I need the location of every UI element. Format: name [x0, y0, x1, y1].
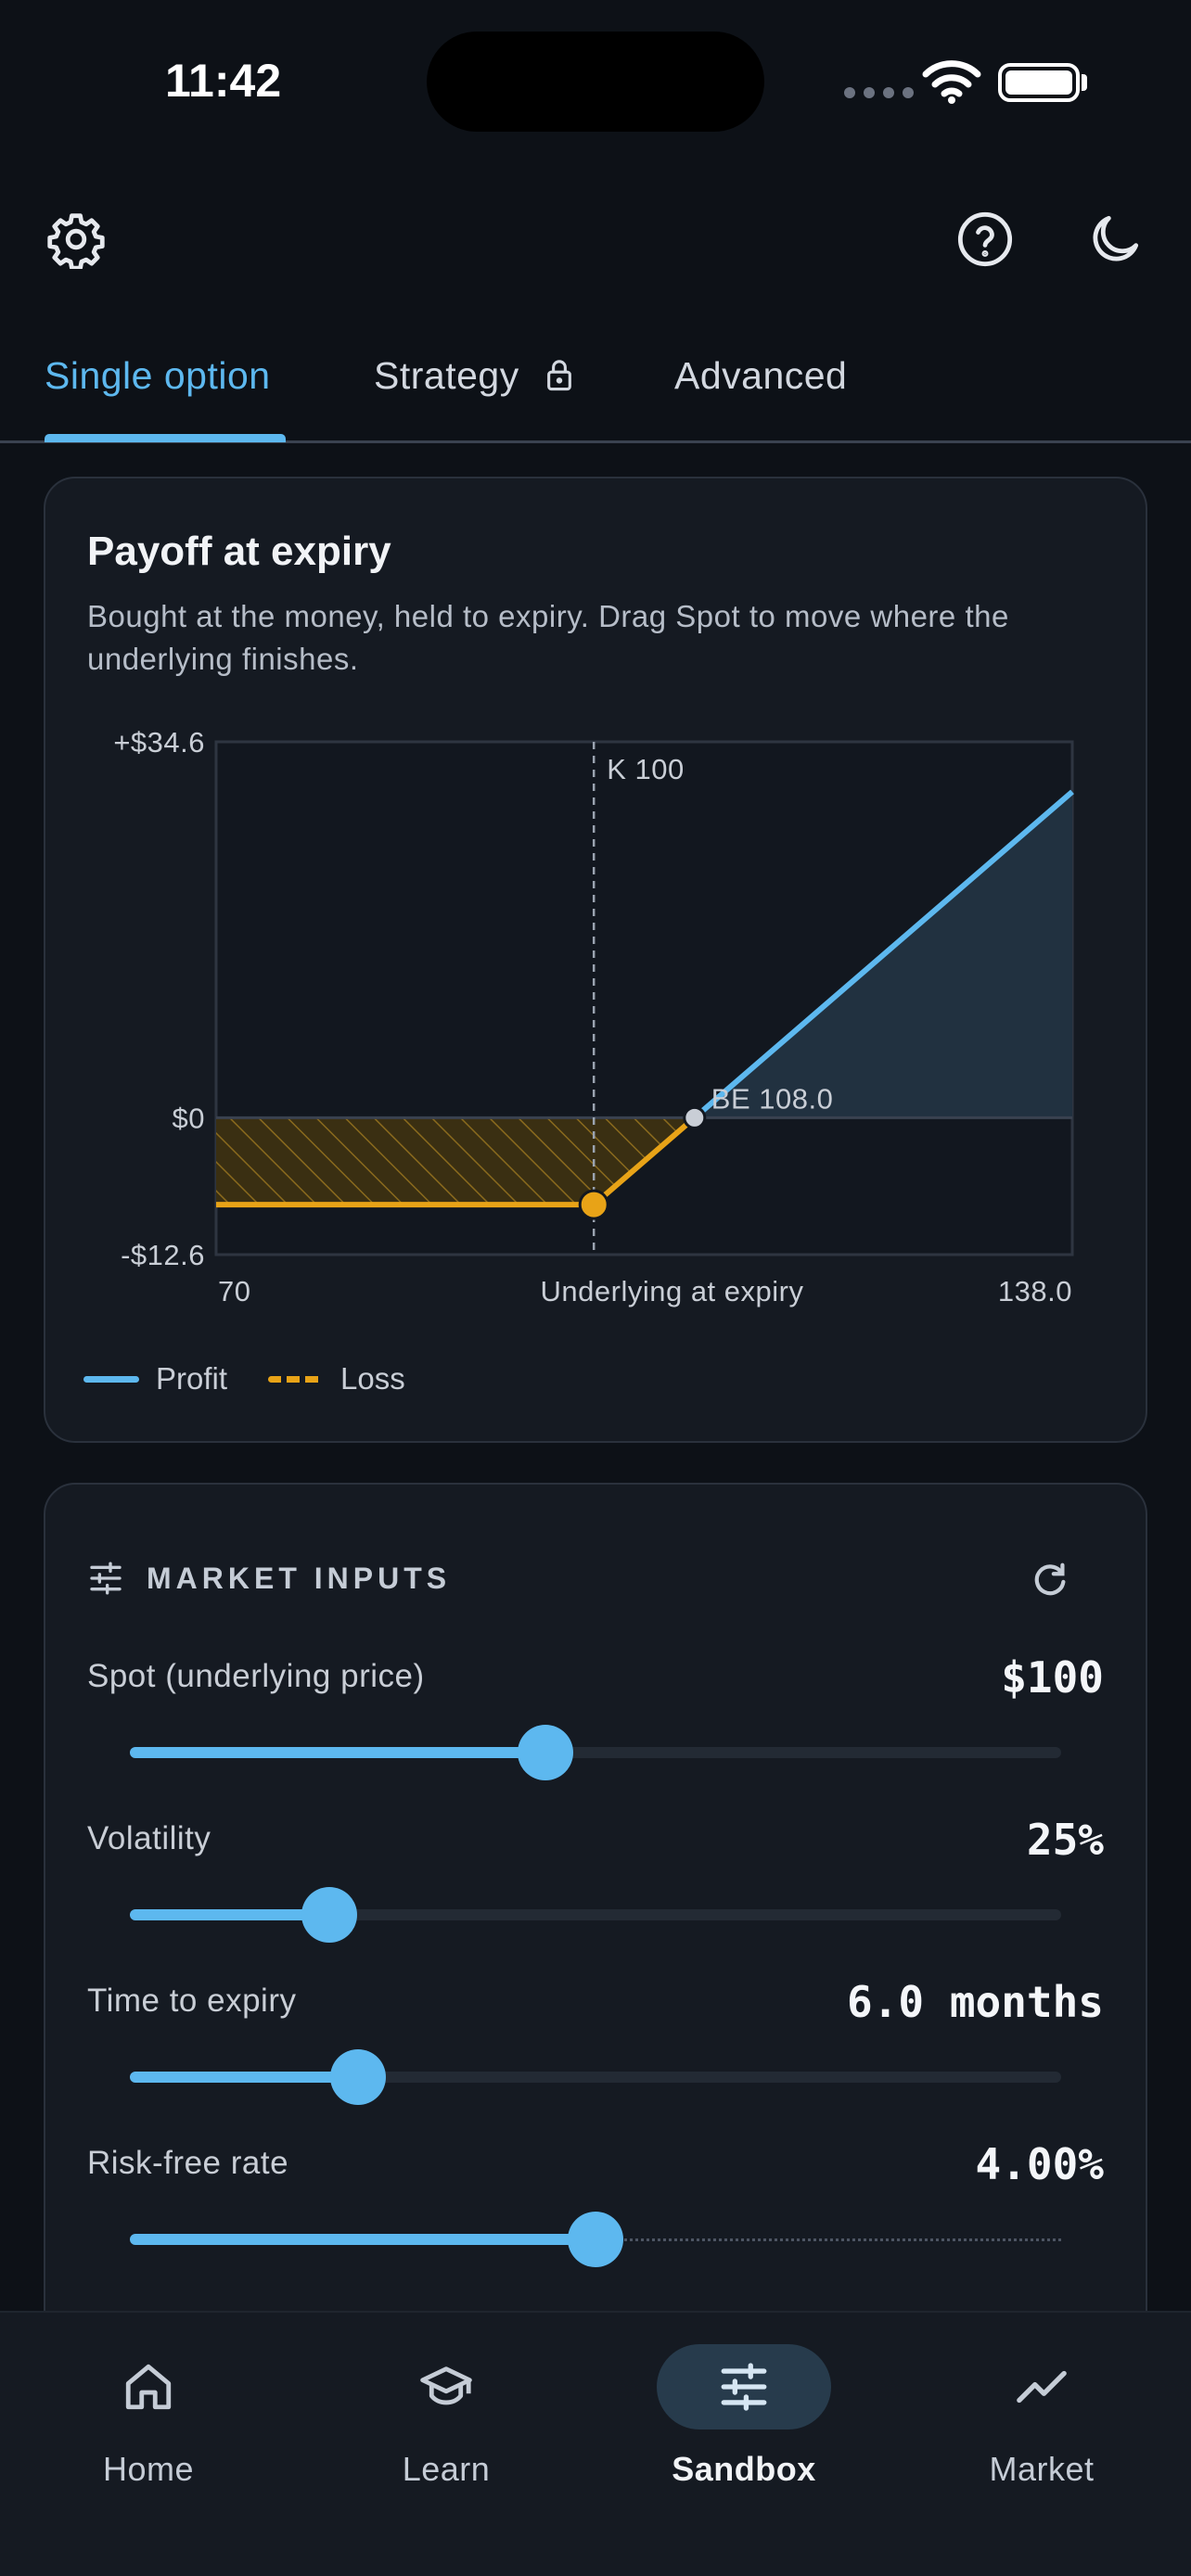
graduation-cap-icon [420, 2366, 472, 2405]
tab-strategy-label: Strategy [374, 354, 519, 397]
spot-marker [578, 1189, 609, 1220]
risk-free-rate-slider-fill [130, 2234, 596, 2245]
nav-home[interactable]: Home [46, 2344, 250, 2489]
y-tick-label: +$34.6 [113, 726, 205, 759]
market-inputs-header: MARKET INPUTS [87, 1560, 451, 1597]
nav-home-pill [61, 2344, 236, 2429]
x-tick-label: 138.0 [998, 1275, 1072, 1307]
wifi-icon [922, 59, 981, 108]
nav-sandbox-pill [657, 2344, 831, 2429]
market-inputs-title: MARKET INPUTS [147, 1561, 452, 1595]
time-to-expiry-label: Time to expiry [87, 1983, 297, 2019]
x-axis-label: Underlying at expiry [541, 1275, 804, 1307]
time-to-expiry-slider[interactable] [130, 2049, 1061, 2105]
volatility-label: Volatility [87, 1820, 211, 1856]
volatility-slider[interactable] [130, 1887, 1061, 1943]
legend-loss-label: Loss [340, 1361, 405, 1396]
status-time: 11:42 [165, 55, 282, 107]
trend-line-icon [1017, 2370, 1067, 2404]
nav-learn-pill [359, 2344, 533, 2429]
risk-free-rate-value: 4.00% [975, 2139, 1104, 2189]
time-to-expiry-value: 6.0 months [847, 1977, 1104, 2027]
help-icon[interactable] [952, 206, 1018, 273]
spot-slider-thumb[interactable] [517, 1725, 573, 1780]
legend-profit-label: Profit [156, 1361, 228, 1396]
nav-sandbox[interactable]: Sandbox [642, 2344, 846, 2489]
y-tick-label: -$12.6 [121, 1239, 205, 1271]
tab-bar: Single option Strategy Advanced [0, 343, 1191, 443]
chart-legend: Profit Loss [83, 1361, 405, 1396]
sliders-icon [721, 2363, 767, 2411]
dynamic-island [427, 32, 764, 132]
time-to-expiry-slider-fill [130, 2072, 358, 2083]
nav-market-label: Market [989, 2450, 1095, 2488]
loss-legend-swatch [268, 1375, 325, 1383]
payoff-chart[interactable]: K 100 BE 108.0 +$34.6 $0 -$12.6 70 138.0 Underl… [56, 714, 1113, 1326]
dark-mode-moon-icon[interactable] [1082, 206, 1148, 273]
nav-sandbox-label: Sandbox [672, 2450, 816, 2488]
battery-icon [998, 63, 1080, 102]
tab-strategy[interactable]: Strategy [374, 354, 575, 398]
y-tick-label: $0 [173, 1102, 205, 1134]
active-tab-indicator [45, 434, 286, 442]
home-icon [125, 2364, 172, 2410]
tab-single-option[interactable]: Single option [45, 354, 271, 398]
risk-free-rate-slider-thumb[interactable] [568, 2212, 623, 2267]
breakeven-marker [683, 1105, 707, 1129]
payoff-description: Bought at the money, held to expiry. Dra… [87, 599, 1009, 676]
nav-learn[interactable]: Learn [344, 2344, 548, 2489]
volatility-slider-thumb[interactable] [301, 1887, 357, 1943]
risk-free-rate-slider[interactable] [130, 2212, 1061, 2267]
strike-label: K 100 [607, 753, 685, 785]
payoff-title: Payoff at expiry [87, 529, 391, 574]
nav-learn-label: Learn [402, 2450, 491, 2488]
nav-home-label: Home [102, 2450, 195, 2488]
sliders-icon [90, 1562, 122, 1595]
spot-slider-fill [130, 1747, 545, 1758]
risk-free-rate-label: Risk-free rate [87, 2145, 289, 2181]
tab-advanced[interactable]: Advanced [674, 354, 847, 398]
spot-value: $100 [1001, 1652, 1104, 1702]
breakeven-label: BE 108.0 [711, 1082, 834, 1115]
x-tick-label: 70 [218, 1275, 250, 1307]
volatility-value: 25% [1026, 1815, 1104, 1865]
spot-slider[interactable] [130, 1725, 1061, 1780]
time-to-expiry-slider-thumb[interactable] [329, 2049, 386, 2105]
risk-free-rate-ticks [596, 2238, 1061, 2241]
volatility-slider-fill [130, 1909, 329, 1920]
profit-legend-swatch [83, 1375, 139, 1383]
lock-icon [546, 360, 571, 391]
cellular-signal-icon [844, 87, 914, 98]
nav-market-pill [954, 2344, 1129, 2429]
settings-gear-icon[interactable] [43, 206, 109, 273]
spot-label: Spot (underlying price) [87, 1658, 425, 1694]
battery-tip [1082, 74, 1087, 91]
bottom-nav: Home Learn Sandbox Market [0, 2311, 1191, 2576]
reset-icon[interactable] [1024, 1554, 1076, 1606]
nav-market[interactable]: Market [940, 2344, 1144, 2489]
